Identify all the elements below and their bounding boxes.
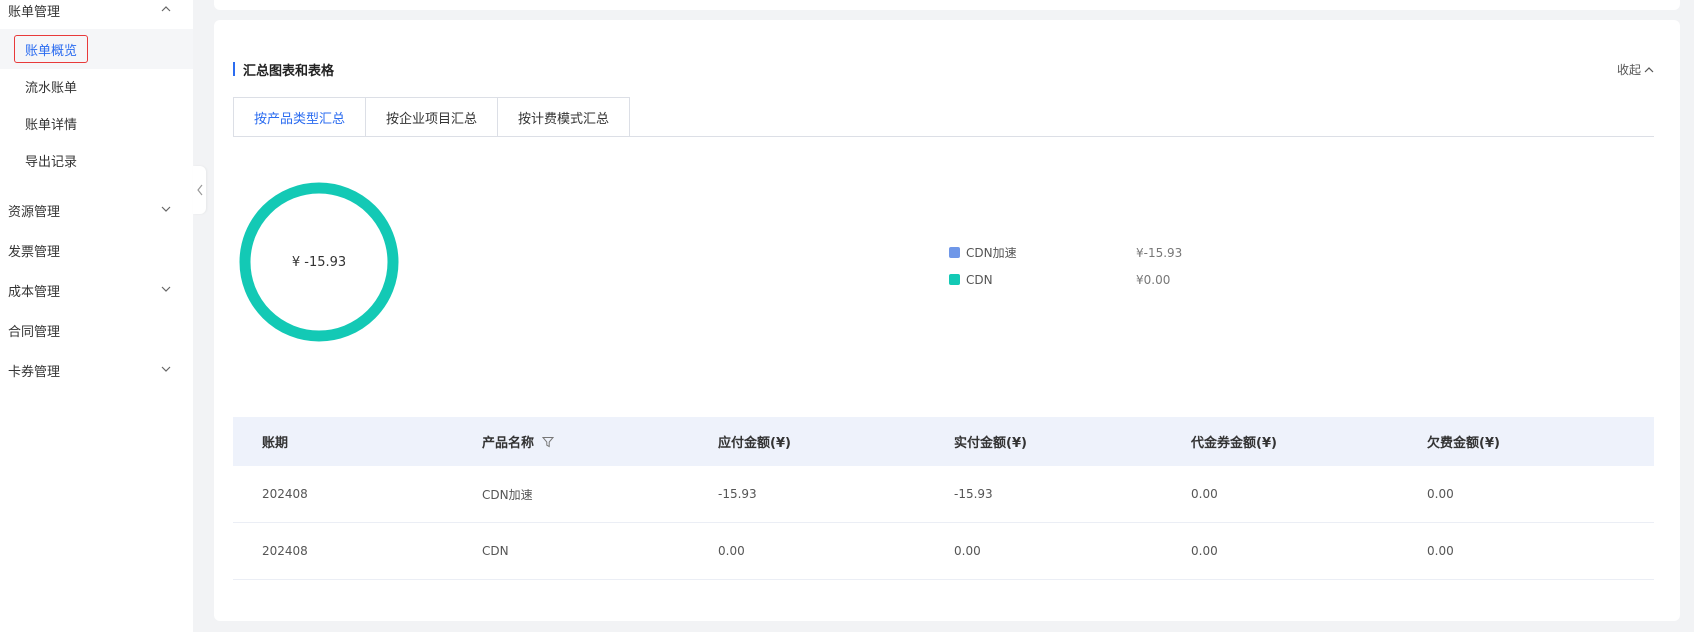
- collapse-label: 收起: [1616, 63, 1641, 77]
- table-header: 账期 产品名称 应付金额(¥) 实付金额(¥) 代金券金额(¥) 欠费金额(¥): [233, 417, 1654, 466]
- chart-legend: CDN加速 ¥-15.93 CDN ¥0.00: [949, 239, 1182, 293]
- cell-payable: 0.00: [718, 544, 745, 558]
- menu-group-invoices[interactable]: 发票管理: [0, 230, 193, 270]
- legend-swatch: [949, 274, 960, 285]
- menu-group-label: 卡券管理: [8, 364, 61, 380]
- menu-group-label: 账单管理: [8, 4, 61, 20]
- menu-group-resources[interactable]: 资源管理: [0, 190, 193, 230]
- menu-group-label: 成本管理: [8, 284, 61, 300]
- header-payable[interactable]: 应付金额(¥): [689, 432, 925, 451]
- header-coupon[interactable]: 代金券金额(¥): [1162, 432, 1398, 451]
- tab-label: 按产品类型汇总: [254, 111, 346, 127]
- tab-bar: 按产品类型汇总 按企业项目汇总 按计费模式汇总: [233, 97, 631, 137]
- menu-group-coupons[interactable]: 卡券管理: [0, 350, 193, 390]
- menu-group-contracts[interactable]: 合同管理: [0, 310, 193, 350]
- header-product-name-label: 产品名称: [482, 436, 535, 451]
- sidebar-item-export-records[interactable]: 导出记录: [0, 140, 193, 180]
- tab-by-product-type[interactable]: 按产品类型汇总: [233, 97, 367, 137]
- filter-icon[interactable]: [542, 436, 555, 448]
- sidebar-item-bill-details[interactable]: 账单详情: [0, 103, 193, 143]
- sidebar-collapse-button[interactable]: [193, 166, 206, 214]
- sidebar: 账单管理 账单概览 流水账单 账单详情 导出记录 资源管理 发票管理 成本管理 …: [0, 0, 193, 632]
- table-row: 202408 CDN加速 -15.93 -15.93 0.00 0.00: [233, 466, 1654, 523]
- legend-value: ¥0.00: [1136, 272, 1171, 287]
- cell-product-name: CDN: [482, 544, 509, 558]
- section-title-text: 汇总图表和表格: [243, 63, 335, 79]
- chevron-up-icon: [1644, 66, 1654, 72]
- chevron-down-icon: [161, 364, 171, 374]
- sidebar-item-label: 流水账单: [25, 80, 78, 96]
- sidebar-item-label: 账单详情: [25, 117, 78, 133]
- chevron-left-icon: [196, 184, 202, 196]
- tab-by-enterprise-project[interactable]: 按企业项目汇总: [366, 97, 499, 137]
- header-paid[interactable]: 实付金额(¥): [925, 432, 1162, 451]
- cell-paid: -15.93: [954, 487, 993, 501]
- header-arrears[interactable]: 欠费金额(¥): [1398, 432, 1654, 451]
- chevron-down-icon: [161, 284, 171, 294]
- cell-coupon: 0.00: [1191, 544, 1218, 558]
- sidebar-item-label: 导出记录: [25, 154, 78, 170]
- chevron-up-icon: [161, 4, 171, 14]
- cell-payable: -15.93: [718, 487, 757, 501]
- legend-item[interactable]: CDN ¥0.00: [949, 266, 1182, 293]
- legend-value: ¥-15.93: [1136, 245, 1183, 260]
- legend-swatch: [949, 247, 960, 258]
- title-accent-bar: [233, 62, 235, 76]
- cell-period: 202408: [262, 544, 308, 558]
- tabs-divider: [233, 136, 1654, 137]
- section-title: 汇总图表和表格: [233, 60, 335, 79]
- menu-group-billing[interactable]: 账单管理: [0, 0, 193, 30]
- summary-card: 汇总图表和表格 收起 按产品类型汇总 按企业项目汇总 按计费模式汇总 ¥ -15…: [214, 20, 1680, 621]
- tab-by-billing-mode[interactable]: 按计费模式汇总: [498, 97, 631, 137]
- cell-arrears: 0.00: [1427, 544, 1454, 558]
- menu-group-label: 发票管理: [8, 244, 61, 260]
- sidebar-item-flow-bill[interactable]: 流水账单: [0, 66, 193, 106]
- summary-table: 账期 产品名称 应付金额(¥) 实付金额(¥) 代金券金额(¥) 欠费金额(¥)…: [233, 417, 1654, 580]
- cell-product-name: CDN加速: [482, 487, 533, 502]
- tab-label: 按企业项目汇总: [386, 111, 478, 127]
- menu-group-label: 资源管理: [8, 204, 61, 220]
- table-row: 202408 CDN 0.00 0.00 0.00 0.00: [233, 523, 1654, 580]
- collapse-link[interactable]: 收起: [1617, 61, 1654, 78]
- legend-label: CDN: [966, 272, 993, 287]
- donut-center-label: ¥ -15.93: [291, 254, 347, 270]
- header-period[interactable]: 账期: [233, 432, 453, 451]
- tab-label: 按计费模式汇总: [518, 111, 610, 127]
- legend-label: CDN加速: [966, 246, 1017, 260]
- active-item-outline: [14, 35, 88, 63]
- cell-period: 202408: [262, 487, 308, 501]
- menu-group-label: 合同管理: [8, 324, 61, 340]
- menu-group-costs[interactable]: 成本管理: [0, 270, 193, 310]
- legend-item[interactable]: CDN加速 ¥-15.93: [949, 239, 1182, 266]
- cell-arrears: 0.00: [1427, 487, 1454, 501]
- top-card: [214, 0, 1680, 10]
- header-product-name[interactable]: 产品名称: [453, 432, 689, 451]
- chevron-down-icon: [161, 204, 171, 214]
- cell-coupon: 0.00: [1191, 487, 1218, 501]
- cell-paid: 0.00: [954, 544, 981, 558]
